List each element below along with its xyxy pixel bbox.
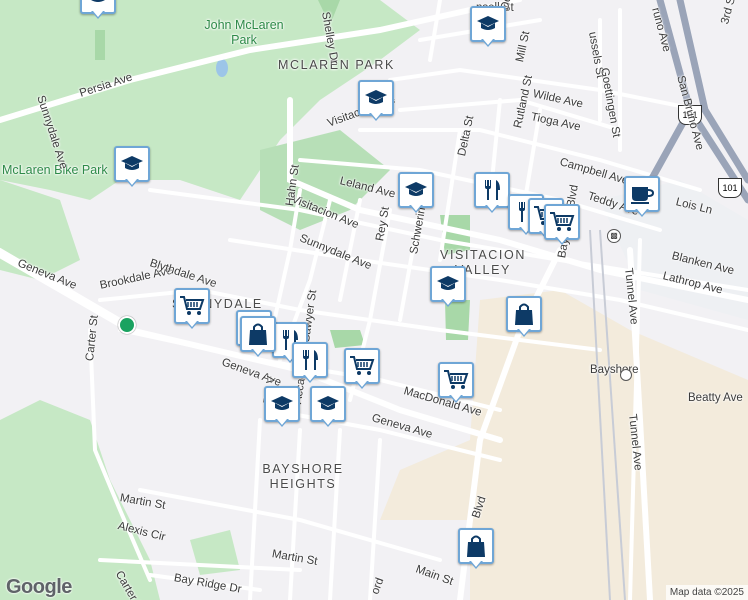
grocery-marker[interactable] xyxy=(174,288,210,330)
shopping-bag-icon xyxy=(465,534,487,558)
fork-knife-icon xyxy=(481,178,503,202)
area-label-bayshore-heights: BAYSHORE HEIGHTS xyxy=(262,462,344,491)
street-label: Beatty Ave xyxy=(688,392,743,404)
cafe-marker[interactable] xyxy=(624,176,660,218)
shopping-cart-icon xyxy=(349,355,375,377)
school-marker[interactable] xyxy=(358,80,394,122)
school-marker[interactable] xyxy=(264,386,300,428)
park-label-mclaren-bike-park: McLaren Bike Park xyxy=(2,163,108,177)
graduation-cap-icon xyxy=(86,0,110,6)
school-marker[interactable] xyxy=(470,6,506,48)
graduation-cap-icon xyxy=(270,394,294,414)
graduation-cap-icon xyxy=(316,394,340,414)
restaurant-marker[interactable] xyxy=(474,172,510,214)
park-label-john-mclaren: John McLaren Park xyxy=(204,18,284,47)
highway-101-shield: 101 xyxy=(718,178,742,198)
google-logo[interactable]: Google xyxy=(6,576,72,599)
school-marker[interactable] xyxy=(398,172,434,214)
restaurant-marker[interactable] xyxy=(292,342,328,384)
graduation-cap-icon xyxy=(436,274,460,294)
shopping-bag-icon xyxy=(513,302,535,326)
graduation-cap-icon xyxy=(404,180,428,200)
map-view[interactable]: 101 101 MCLAREN PARK VISITACION VALLEY S… xyxy=(0,0,748,600)
school-marker[interactable] xyxy=(114,146,150,188)
grocery-marker[interactable] xyxy=(544,204,580,246)
train-station-icon[interactable]: ▩ xyxy=(607,229,621,243)
store-marker[interactable] xyxy=(506,296,542,338)
graduation-cap-icon xyxy=(120,154,144,174)
fork-knife-icon xyxy=(299,348,321,372)
transit-station-icon[interactable] xyxy=(118,316,136,334)
map-attribution[interactable]: Map data ©2025 xyxy=(665,585,748,600)
store-marker[interactable] xyxy=(240,316,276,358)
shopping-cart-icon xyxy=(443,369,469,391)
graduation-cap-icon xyxy=(476,14,500,34)
shopping-cart-icon xyxy=(179,295,205,317)
train-station-icon[interactable] xyxy=(620,369,632,381)
school-marker[interactable] xyxy=(80,0,116,20)
shopping-cart-icon xyxy=(549,211,575,233)
shopping-bag-icon xyxy=(247,322,269,346)
store-marker[interactable] xyxy=(458,528,494,570)
school-marker[interactable] xyxy=(430,266,466,308)
grocery-marker[interactable] xyxy=(438,362,474,404)
school-marker[interactable] xyxy=(310,386,346,428)
graduation-cap-icon xyxy=(364,88,388,108)
coffee-cup-icon xyxy=(630,183,654,205)
grocery-marker[interactable] xyxy=(344,348,380,390)
